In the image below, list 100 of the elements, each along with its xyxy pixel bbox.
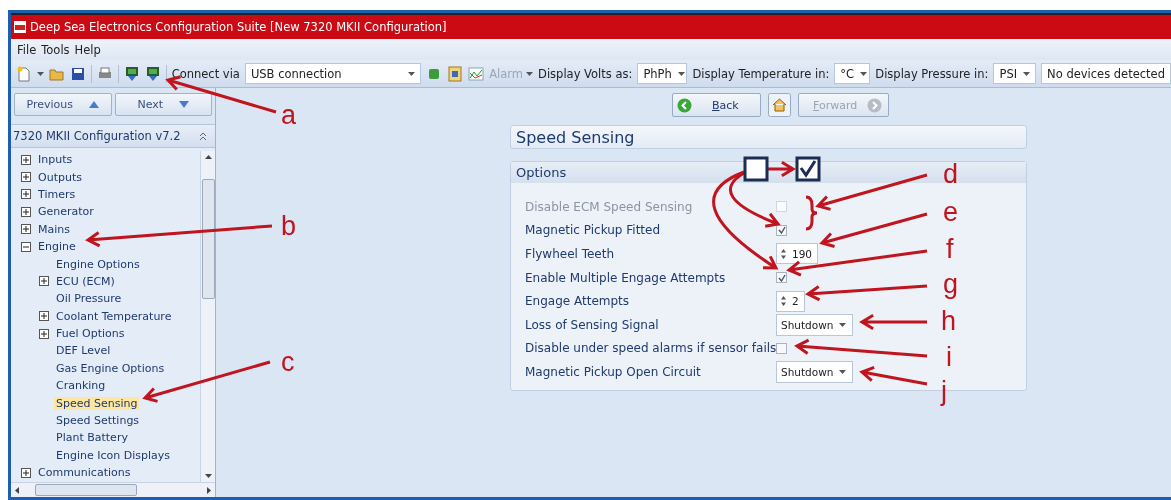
app-logo-icon — [14, 21, 26, 33]
caret-icon — [408, 71, 416, 76]
save-icon[interactable] — [70, 65, 86, 82]
status-field: No devices detected — [1041, 63, 1171, 84]
tree-item[interactable]: Generator — [36, 205, 96, 219]
temperature-label: Display Temperature in: — [692, 66, 830, 81]
tree-item[interactable]: Gas Engine Options — [54, 361, 167, 375]
option-label: Flywheel Teeth — [525, 247, 616, 261]
tree-item[interactable]: ECU (ECM) — [54, 274, 117, 288]
scroll-left-icon — [15, 486, 19, 494]
option-label: Loss of Sensing Signal — [525, 317, 660, 332]
caret-icon — [526, 71, 534, 76]
tree-item[interactable]: Oil Pressure — [54, 292, 124, 306]
tree-item[interactable]: Communications — [36, 466, 133, 480]
report-icon[interactable] — [447, 65, 464, 82]
tree-item[interactable]: Mains — [36, 222, 72, 236]
expand-box-icon[interactable] — [21, 467, 31, 478]
tree-item[interactable]: Plant Battery — [54, 431, 130, 445]
arrow — [859, 365, 929, 386]
check-icon — [777, 273, 786, 282]
pressure-label: Display Pressure in: — [875, 66, 989, 81]
option-label: Magnetic Pickup Open Circuit — [525, 364, 702, 379]
annotation-letter: j — [941, 378, 947, 405]
menu-item[interactable]: Help — [74, 42, 101, 57]
tree-item[interactable]: Engine — [36, 240, 78, 254]
arrow — [859, 313, 929, 331]
temperature-dropdown[interactable]: °C — [834, 63, 871, 84]
tree-item[interactable]: Fuel Options — [54, 327, 127, 341]
annotation-letter: a — [281, 102, 297, 129]
pressure-dropdown[interactable]: PSI — [993, 63, 1037, 84]
expand-box-icon[interactable] — [39, 328, 49, 339]
unchecked-box-drawing — [743, 156, 769, 182]
back-button[interactable]: Back — [672, 93, 761, 117]
connection-dropdown[interactable]: USB connection — [244, 63, 422, 84]
tree-item[interactable]: Timers — [36, 187, 78, 201]
annotation-letter: f — [946, 236, 954, 263]
collapse-box-icon[interactable] — [21, 241, 31, 252]
annotation-letter: e — [943, 199, 959, 226]
tree-item[interactable]: Cranking — [54, 379, 108, 393]
horizontal-scrollbar[interactable] — [11, 482, 215, 497]
up-arrow-icon — [89, 101, 99, 108]
annotation-letter: i — [946, 344, 952, 371]
spin-arrows-icon — [781, 249, 786, 259]
checked-box-drawing — [795, 156, 821, 182]
checkbox[interactable] — [776, 342, 787, 354]
expand-box-icon[interactable] — [39, 311, 49, 322]
tree-item[interactable]: Speed Settings — [54, 414, 142, 428]
tree-item[interactable]: Engine Icon Displays — [54, 448, 172, 462]
checkbox[interactable] — [776, 272, 787, 284]
dropdown[interactable]: Shutdown — [776, 360, 853, 383]
expand-box-icon[interactable] — [21, 189, 31, 200]
chart-icon[interactable] — [468, 65, 485, 82]
tree-item[interactable]: Outputs — [36, 170, 84, 184]
caret-icon — [1023, 71, 1031, 76]
number-spinner[interactable]: 2 — [776, 290, 805, 312]
arrow — [766, 160, 796, 178]
checkbox[interactable] — [776, 224, 787, 236]
connect-label: Connect via — [171, 66, 240, 81]
tree-item[interactable]: Coolant Temperature — [54, 309, 174, 323]
scroll-down-icon — [204, 474, 212, 478]
expand-box-icon[interactable] — [21, 172, 31, 183]
download-icon[interactable] — [144, 65, 161, 82]
annotation-letter: d — [943, 161, 959, 188]
menu-item[interactable]: File — [17, 42, 37, 57]
tree-item[interactable]: Engine Options — [54, 257, 142, 271]
collapse-icon[interactable] — [199, 131, 207, 141]
expand-box-icon[interactable] — [21, 224, 31, 235]
caret-icon — [677, 71, 685, 76]
number-spinner[interactable]: 190 — [776, 243, 819, 265]
window-title: Deep Sea Electronics Configuration Suite [New 7320 MKII Configuration] — [30, 20, 447, 34]
expand-box-icon[interactable] — [21, 154, 31, 165]
tree-item[interactable]: DEF Level — [54, 344, 113, 358]
volts-label: Display Volts as: — [538, 66, 633, 81]
caret-icon — [839, 369, 846, 374]
menu-item[interactable]: Tools — [41, 42, 70, 57]
scroll-up-icon — [204, 155, 212, 159]
previous-button[interactable]: Previous — [14, 93, 112, 116]
option-label: Engage Attempts — [525, 294, 631, 309]
option-label: Disable ECM Speed Sensing — [525, 199, 694, 214]
dropdown[interactable]: Shutdown — [776, 313, 853, 336]
vertical-scrollbar[interactable] — [200, 151, 215, 482]
annotation-letter: h — [941, 308, 957, 335]
tree-item[interactable]: Inputs — [36, 153, 75, 167]
panel-title: 7320 MKII Configuration v7.2 — [13, 129, 181, 143]
down-arrow-icon — [179, 101, 190, 108]
page-title: Speed Sensing — [510, 125, 1027, 149]
brace-drawing — [805, 195, 819, 231]
tree-item[interactable]: Speed Sensing — [54, 396, 140, 410]
option-label: Magnetic Pickup Fitted — [525, 223, 662, 238]
expand-box-icon[interactable] — [21, 206, 31, 217]
caret-icon — [37, 71, 44, 76]
annotation-letter: g — [943, 271, 959, 298]
expand-box-icon[interactable] — [39, 276, 49, 287]
volts-dropdown[interactable]: PhPh — [637, 63, 688, 84]
caret-icon — [860, 71, 868, 76]
next-button[interactable]: Next — [114, 93, 212, 116]
section-title: Options — [516, 165, 567, 180]
caret-icon — [839, 322, 846, 327]
spin-arrows-icon — [781, 296, 786, 307]
home-icon[interactable] — [768, 93, 791, 117]
